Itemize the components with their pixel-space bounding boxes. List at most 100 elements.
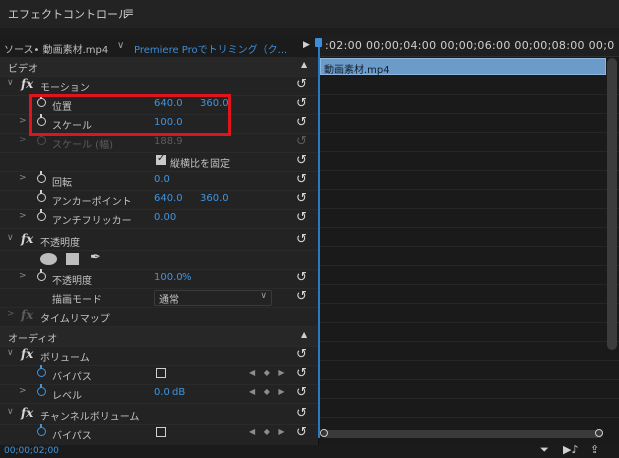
time-remap-label: タイムリマップ (40, 314, 110, 325)
timeline-clip-name: 動画素材.mp4 (324, 65, 390, 76)
stopwatch-icon[interactable] (37, 190, 46, 202)
anchor-y-value[interactable]: 360.0 (200, 193, 229, 204)
timeline-clip[interactable]: 動画素材.mp4 (320, 58, 606, 76)
reset-icon[interactable]: ↺ (296, 232, 307, 247)
reset-icon[interactable]: ↺ (296, 289, 307, 304)
anchor-point-label: アンカーポイント (52, 197, 132, 208)
horizontal-scrollbar[interactable] (322, 430, 603, 438)
reset-icon[interactable]: ↺ (296, 115, 307, 130)
reset-icon[interactable]: ↺ (296, 153, 307, 168)
ellipse-mask-icon[interactable] (40, 253, 57, 265)
twirl-closed-icon: > (19, 135, 27, 145)
stopwatch-icon[interactable] (37, 384, 46, 396)
twirl-closed-icon[interactable]: > (19, 116, 27, 126)
play-triangle-icon[interactable]: ▶ (303, 40, 310, 50)
stopwatch-icon[interactable] (37, 209, 46, 221)
chevron-down-icon: ∨ (260, 291, 267, 301)
opacity-value[interactable]: 100.0 (154, 272, 183, 283)
sequence-clip-tab[interactable]: Premiere Proでトリミング（ク... (134, 41, 287, 56)
panel-title: エフェクトコントロール (8, 8, 129, 21)
reset-icon[interactable]: ↺ (296, 172, 307, 187)
twirl-open-icon[interactable]: ∨ (7, 348, 14, 358)
clip-dropdown-chevron-icon[interactable]: ∨ (117, 40, 124, 51)
source-clip-tab[interactable]: ソース• 動画素材.mp4 (4, 41, 108, 56)
channel-bypass-label: バイパス (52, 431, 92, 442)
antiflicker-value[interactable]: 0.00 (154, 212, 176, 223)
volume-effect-row[interactable]: ∨ fx ボリューム ↺ (0, 346, 318, 366)
fx-icon[interactable]: fx (21, 347, 33, 361)
audio-play-icon[interactable]: ▶♪ (563, 443, 578, 456)
zoom-handle-left[interactable] (320, 429, 328, 437)
fx-icon[interactable]: fx (21, 77, 33, 91)
keyframe-nav[interactable]: ◀ ◆ ▶ (249, 387, 288, 396)
reset-icon[interactable]: ↺ (296, 77, 307, 92)
blend-mode-select[interactable]: 通常 ∨ (154, 290, 272, 306)
twirl-closed-icon[interactable]: > (19, 211, 27, 221)
video-header-label: ビデオ (8, 64, 38, 75)
collapse-up-icon[interactable]: ▲ (301, 330, 307, 339)
uniform-scale-checkbox[interactable] (156, 153, 166, 165)
bypass-row: バイパス ◀ ◆ ▶ ↺ (0, 365, 318, 385)
twirl-closed-icon[interactable]: > (19, 271, 27, 281)
channel-bypass-checkbox[interactable] (156, 427, 166, 437)
panel-menu-icon[interactable]: ≡ (124, 5, 134, 19)
twirl-closed-icon[interactable]: > (19, 173, 27, 183)
twirl-closed-icon[interactable]: > (7, 309, 15, 319)
twirl-open-icon[interactable]: ∨ (7, 407, 14, 417)
time-remap-row[interactable]: > fx タイムリマップ (0, 307, 318, 327)
stopwatch-icon[interactable] (37, 365, 46, 377)
fx-icon[interactable]: fx (21, 406, 33, 420)
blend-mode-value: 通常 (159, 295, 179, 306)
stopwatch-icon[interactable] (37, 424, 46, 436)
keyframe-nav[interactable]: ◀ ◆ ▶ (249, 368, 288, 377)
bypass-label: バイパス (52, 372, 92, 383)
collapse-up-icon[interactable]: ▲ (301, 60, 307, 69)
opacity-value-row: > 不透明度 100.0 % ↺ (0, 269, 318, 289)
stopwatch-icon (37, 133, 46, 145)
playhead-handle[interactable] (315, 38, 322, 47)
channel-volume-label: チャンネルボリューム (40, 412, 140, 423)
scale-width-value: 188.9 (154, 136, 183, 147)
audio-header-label: オーディオ (8, 334, 58, 345)
opacity-effect-row[interactable]: ∨ fx 不透明度 ↺ (0, 231, 318, 251)
anchor-x-value[interactable]: 640.0 (154, 193, 183, 204)
current-time-display[interactable]: 00;00;02;00 (4, 446, 59, 456)
reset-icon[interactable]: ↺ (296, 406, 307, 421)
bypass-checkbox[interactable] (156, 368, 166, 378)
rectangle-mask-icon[interactable] (66, 253, 79, 265)
level-value[interactable]: 0.0 (154, 387, 170, 398)
motion-effect-row[interactable]: ∨ fx モーション ↺ (0, 76, 318, 96)
highlight-box (29, 94, 231, 136)
fx-icon: fx (21, 308, 34, 322)
stopwatch-icon[interactable] (37, 269, 46, 281)
twirl-open-icon[interactable]: ∨ (7, 233, 14, 243)
channel-bypass-row: バイパス ◀ ◆ ▶ ↺ (0, 424, 318, 444)
vertical-scrollbar[interactable] (607, 58, 617, 350)
keyframe-nav[interactable]: ◀ ◆ ▶ (249, 427, 288, 436)
zoom-handle-right[interactable] (595, 429, 603, 437)
playhead-line[interactable] (318, 38, 320, 438)
scale-width-row: > スケール (幅) 188.9 ↺ (0, 133, 318, 153)
reset-icon[interactable]: ↺ (296, 191, 307, 206)
level-unit: dB (172, 387, 186, 398)
reset-icon[interactable]: ↺ (296, 270, 307, 285)
level-label: レベル (52, 391, 82, 402)
fx-icon[interactable]: fx (21, 232, 33, 246)
filter-icon[interactable]: ⏷ (540, 443, 549, 457)
antiflicker-row: > アンチフリッカー 0.00 ↺ (0, 209, 318, 229)
reset-icon[interactable]: ↺ (296, 347, 307, 362)
rotation-value[interactable]: 0.0 (154, 174, 170, 185)
reset-icon[interactable]: ↺ (296, 96, 307, 111)
twirl-closed-icon[interactable]: > (19, 386, 27, 396)
stopwatch-icon[interactable] (37, 171, 46, 183)
reset-icon[interactable]: ↺ (296, 385, 307, 400)
blend-mode-row: 描画モード 通常 ∨ ↺ (0, 288, 318, 308)
reset-icon[interactable]: ↺ (296, 210, 307, 225)
reset-icon[interactable]: ↺ (296, 425, 307, 440)
channel-volume-effect-row[interactable]: ∨ fx チャンネルボリューム ↺ (0, 405, 318, 425)
reset-icon[interactable]: ↺ (296, 366, 307, 381)
pen-mask-icon[interactable]: ✒ (90, 250, 101, 265)
twirl-open-icon[interactable]: ∨ (7, 78, 14, 88)
export-icon[interactable]: ⇪ (590, 443, 599, 456)
rotation-row: > 回転 0.0 ↺ (0, 171, 318, 191)
